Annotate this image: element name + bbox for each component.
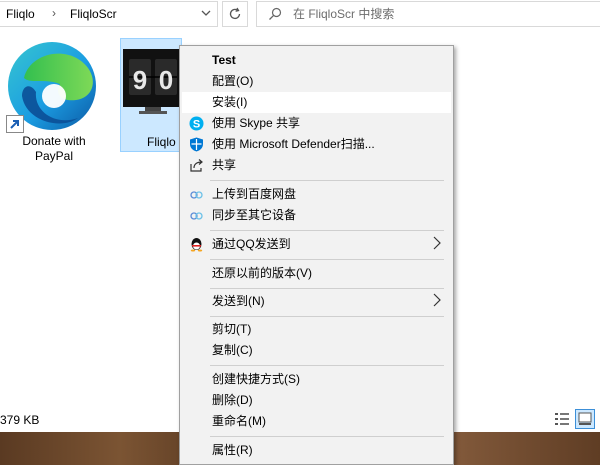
breadcrumb-fliqloscr[interactable]: FliqloScr (70, 7, 117, 21)
address-dropdown-icon[interactable] (198, 5, 214, 23)
address-bar[interactable]: Fliqlo › FliqloScr (0, 1, 218, 27)
menu-item-label: 重命名(M) (212, 414, 266, 428)
menu-item-cut[interactable]: 剪切(T) (182, 319, 451, 340)
menu-item-label: 剪切(T) (212, 322, 252, 336)
submenu-arrow-icon (433, 236, 441, 253)
shortcut-arrow-icon (6, 115, 24, 133)
svg-text:9: 9 (133, 65, 147, 95)
menu-item-configure[interactable]: 配置(O) (182, 71, 451, 92)
menu-item-label: 安装(I) (212, 95, 248, 109)
search-input[interactable] (293, 6, 583, 22)
submenu-arrow-icon (433, 293, 441, 310)
menu-item-label: 属性(R) (212, 443, 253, 457)
menu-item-share-skype[interactable]: S 使用 Skype 共享 (182, 113, 451, 134)
file-name: Donate with (22, 134, 86, 148)
menu-item-send-to[interactable]: 发送到(N) (182, 291, 451, 312)
svg-text:0: 0 (159, 65, 173, 95)
selected-size: 379 KB (0, 413, 40, 427)
menu-item-share[interactable]: 共享 (182, 155, 451, 176)
menu-item-label: 发送到(N) (212, 294, 265, 308)
details-view-icon (555, 413, 569, 425)
refresh-button[interactable] (222, 1, 248, 27)
status-bar: 379 KB (0, 412, 180, 432)
menu-item-label: Test (212, 53, 236, 67)
menu-item-label: 同步至其它设备 (212, 208, 297, 222)
fliqlo-clock-icon: 9 0 (123, 49, 183, 114)
menu-separator (210, 365, 444, 366)
breadcrumb-chevron-icon[interactable]: › (52, 6, 56, 20)
skype-icon: S (189, 116, 204, 131)
menu-item-label: 删除(D) (212, 393, 253, 407)
menu-separator (210, 180, 444, 181)
file-fliqlo[interactable]: 9 0 Fliqlo (120, 38, 183, 152)
svg-text:S: S (193, 119, 200, 131)
menu-item-test[interactable]: Test (182, 50, 451, 71)
menu-item-upload-baidu[interactable]: 上传到百度网盘 (182, 184, 451, 205)
file-name: PayPal (34, 149, 74, 163)
menu-item-label: 上传到百度网盘 (212, 187, 297, 201)
qq-penguin-icon (190, 238, 203, 252)
search-box[interactable] (256, 1, 600, 27)
menu-item-label: 创建快捷方式(S) (212, 372, 300, 386)
menu-item-label: 通过QQ发送到 (212, 237, 291, 251)
menu-item-label: 还原以前的版本(V) (212, 266, 312, 280)
menu-item-install[interactable]: 安装(I) (182, 92, 451, 113)
menu-item-label: 使用 Microsoft Defender扫描... (212, 137, 375, 151)
file-donate-paypal[interactable]: Donate with PayPal (2, 36, 106, 166)
menu-item-delete[interactable]: 删除(D) (182, 390, 451, 411)
menu-item-send-via-qq[interactable]: 通过QQ发送到 (182, 234, 451, 255)
menu-separator (210, 316, 444, 317)
large-icons-view-button[interactable] (575, 409, 595, 429)
menu-item-defender-scan[interactable]: 使用 Microsoft Defender扫描... (182, 134, 451, 155)
share-icon (190, 159, 203, 172)
details-view-button[interactable] (552, 409, 572, 429)
menu-item-copy[interactable]: 复制(C) (182, 340, 451, 361)
toolbar: Fliqlo › FliqloScr (0, 0, 600, 30)
menu-separator (210, 288, 444, 289)
baidu-cloud-icon (190, 191, 203, 199)
menu-item-create-shortcut[interactable]: 创建快捷方式(S) (182, 369, 451, 390)
menu-item-restore-versions[interactable]: 还原以前的版本(V) (182, 263, 451, 284)
menu-item-sync-devices[interactable]: 同步至其它设备 (182, 205, 451, 226)
menu-item-properties[interactable]: 属性(R) (182, 440, 451, 461)
menu-item-label: 使用 Skype 共享 (212, 116, 301, 130)
menu-separator (210, 230, 444, 231)
search-icon (269, 7, 282, 20)
menu-item-rename[interactable]: 重命名(M) (182, 411, 451, 432)
menu-separator (210, 436, 444, 437)
menu-separator (210, 259, 444, 260)
baidu-cloud-icon (190, 212, 203, 220)
menu-item-label: 共享 (212, 158, 237, 172)
menu-item-label: 配置(O) (212, 74, 254, 88)
context-menu: Test 配置(O) 安装(I) S 使用 Skype 共享 使用 Micros… (179, 45, 454, 465)
refresh-icon (229, 7, 241, 20)
menu-item-label: 复制(C) (212, 343, 253, 357)
defender-shield-icon (190, 137, 203, 152)
large-icons-view-icon (578, 412, 592, 425)
breadcrumb-fliqlo[interactable]: Fliqlo (6, 7, 35, 21)
